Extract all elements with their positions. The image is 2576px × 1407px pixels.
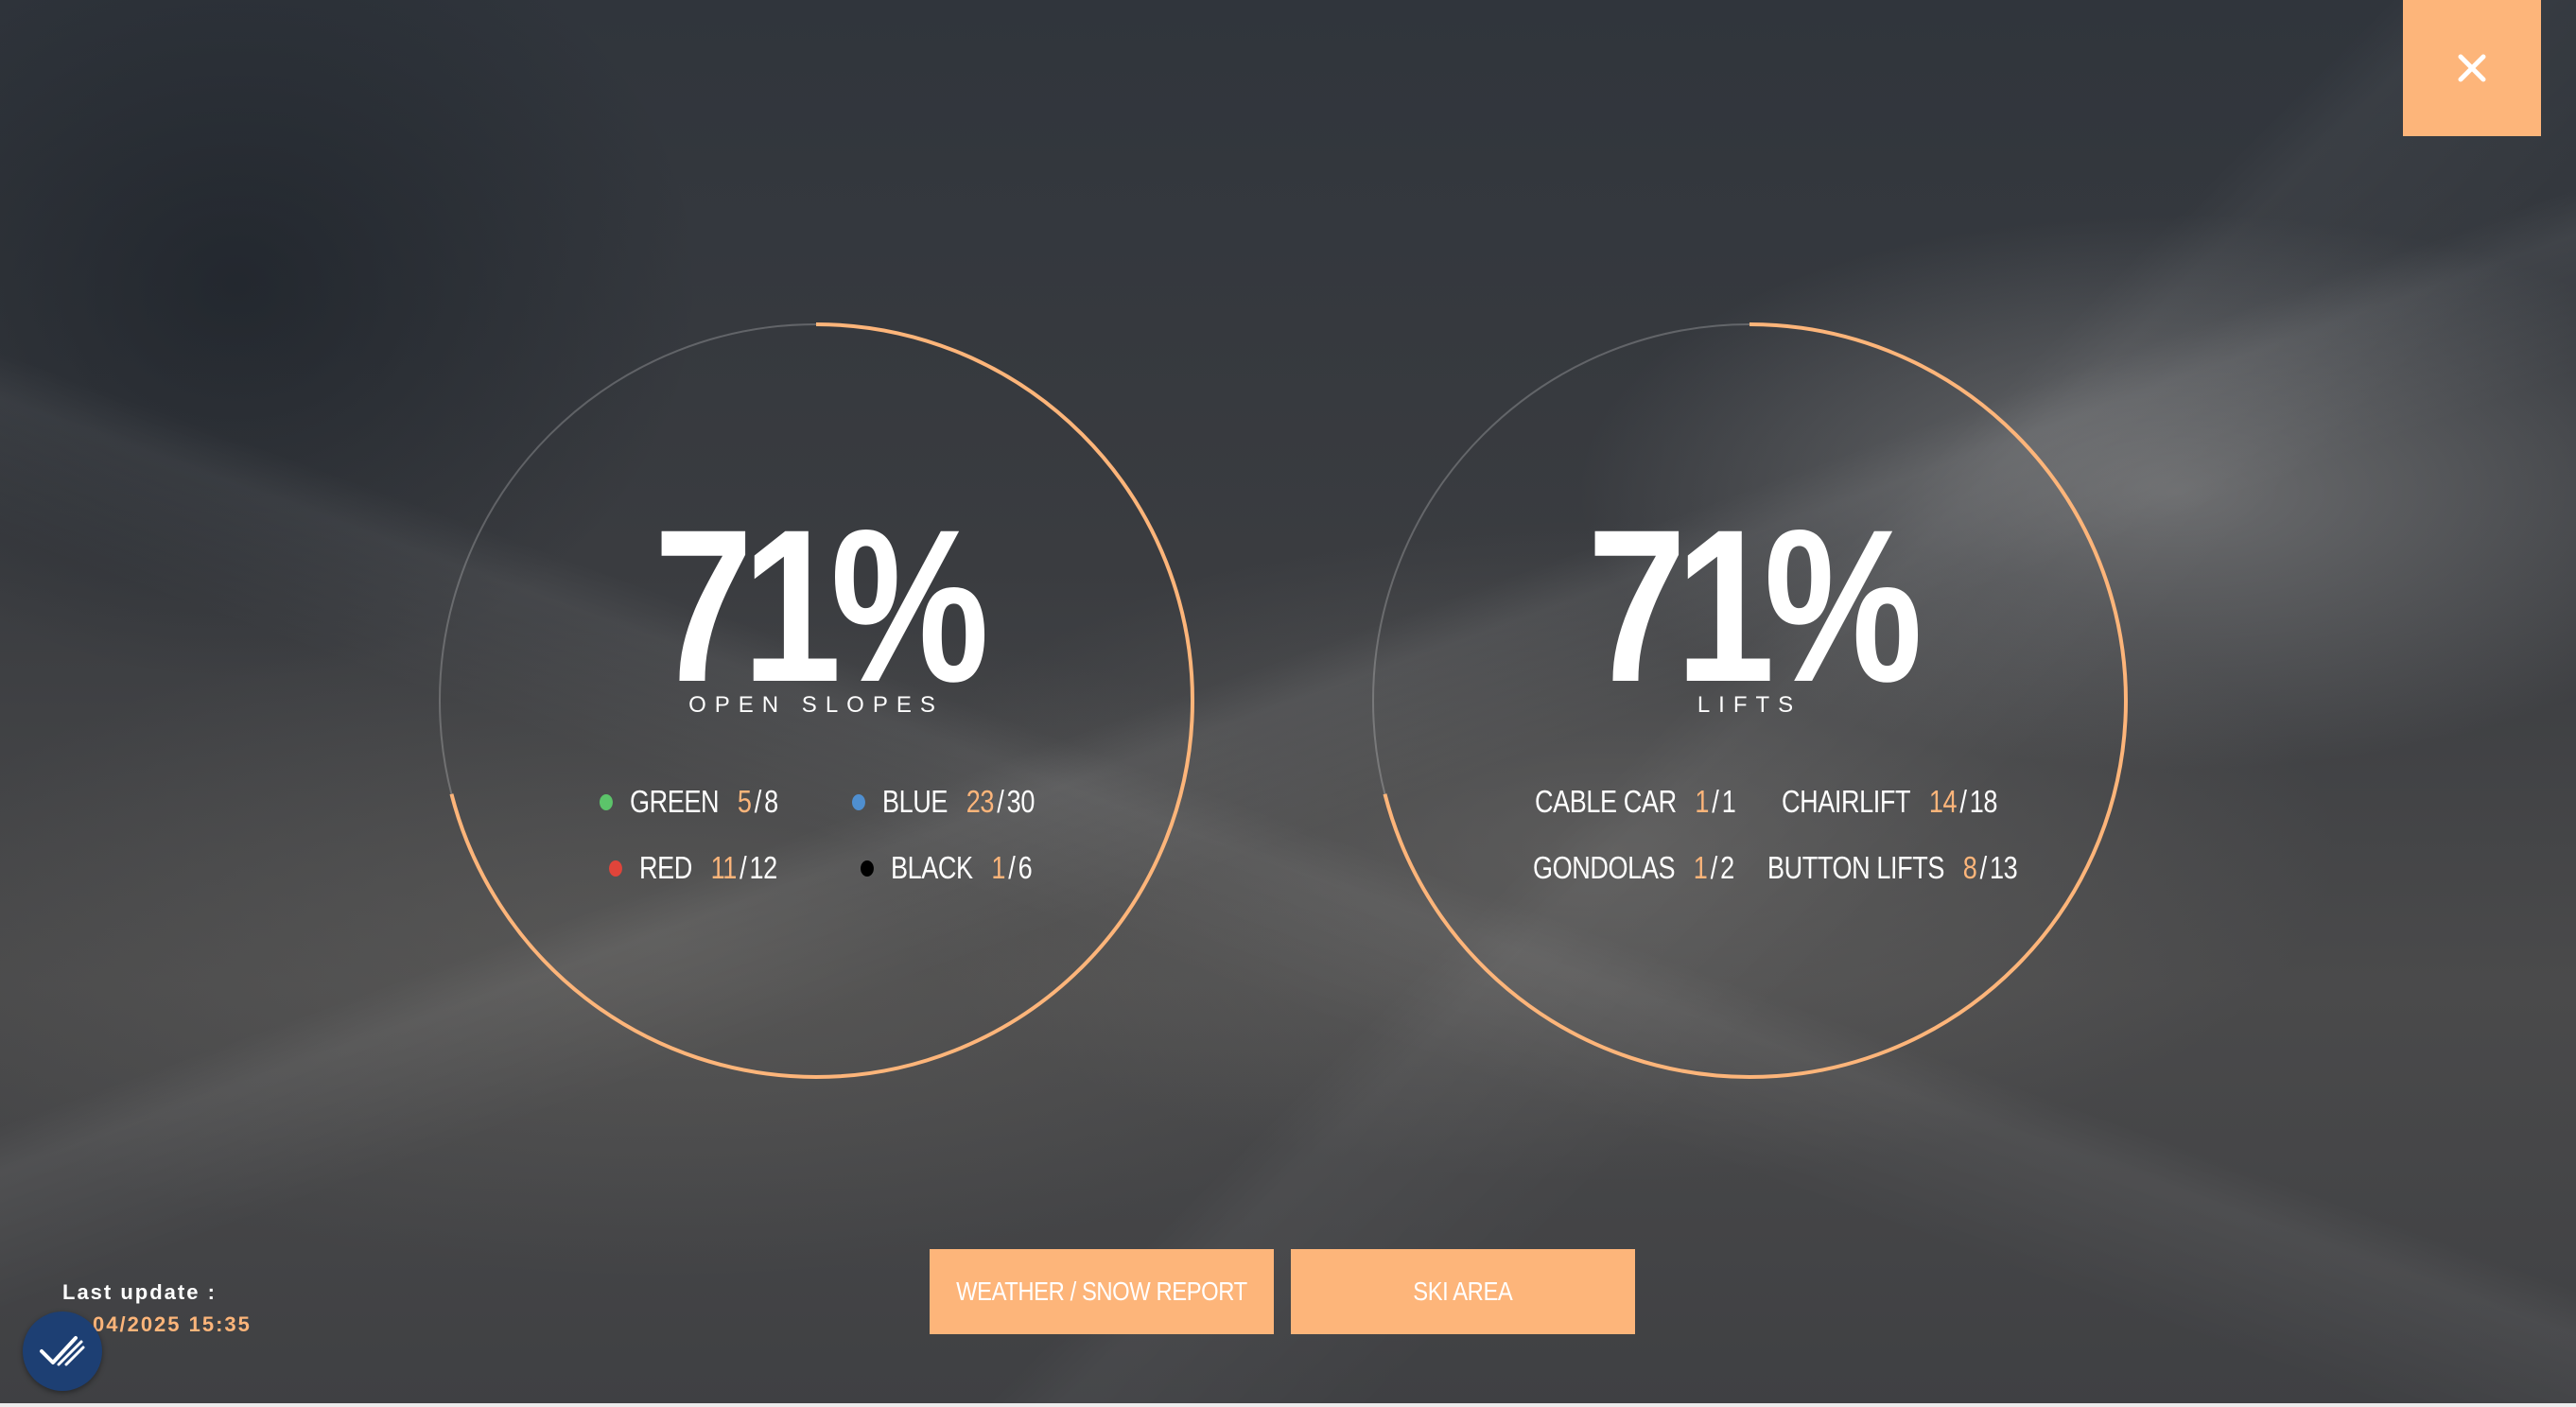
lifts-panel: 71% LIFTS CABLE CAR 1/1 CHAIRLIFT 14/18 … [1366, 318, 2132, 1084]
black-dot [861, 860, 874, 877]
lifts-caption: LIFTS [1697, 692, 1802, 718]
slope-blue: BLUE 23/30 [852, 779, 1035, 825]
green-dot [600, 793, 613, 810]
red-dot [609, 860, 622, 877]
close-button[interactable] [2403, 0, 2541, 136]
verified-badge[interactable] [23, 1311, 102, 1391]
slopes-percentage: 71% [653, 484, 989, 727]
slope-open: 1 [991, 850, 1005, 885]
slope-name: GREEN [629, 784, 720, 819]
slope-black: BLACK 1/6 [861, 845, 1033, 891]
close-icon [2458, 54, 2486, 82]
slope-green: GREEN 5/8 [600, 779, 778, 825]
slope-name: BLUE [881, 784, 949, 819]
blue-dot [852, 793, 865, 810]
slope-open: 5 [737, 784, 752, 819]
lifts-percentage: 71% [1587, 484, 1923, 727]
slope-name: RED [638, 850, 692, 885]
lift-open: 14 [1928, 784, 1958, 819]
last-update-label: Last update : [62, 1280, 217, 1304]
lift-name: BUTTON LIFTS [1767, 850, 1945, 885]
checkmark-icon [40, 1336, 85, 1366]
ski-area-button[interactable]: SKI AREA [1291, 1249, 1635, 1334]
weather-snow-report-button[interactable]: WEATHER / SNOW REPORT [930, 1249, 1274, 1334]
lift-chairlift: CHAIRLIFT 14/18 [1782, 784, 1998, 819]
lift-total: 2 [1720, 850, 1734, 885]
weather-button-label: WEATHER / SNOW REPORT [956, 1277, 1247, 1306]
slope-total: 6 [1018, 850, 1033, 885]
lift-open: 8 [1962, 850, 1977, 885]
slope-open: 23 [966, 784, 995, 819]
lift-name: GONDOLAS [1533, 850, 1676, 885]
background-ridges [0, 0, 2576, 1407]
slope-total: 30 [1006, 784, 1036, 819]
slopes-panel: 71% OPEN SLOPES GREEN 5/8 BLUE 23/30 RED… [433, 318, 1199, 1084]
lift-gondolas: GONDOLAS 1/2 [1533, 850, 1734, 885]
lift-button-lifts: BUTTON LIFTS 8/13 [1767, 850, 2018, 885]
lift-total: 1 [1721, 784, 1736, 819]
bottom-edge [0, 1403, 2576, 1407]
lift-open: 1 [1693, 850, 1708, 885]
lift-open: 1 [1695, 784, 1710, 819]
slopes-caption: OPEN SLOPES [688, 692, 944, 718]
slope-total: 12 [749, 850, 778, 885]
ski-area-button-label: SKI AREA [1413, 1277, 1513, 1306]
slope-red: RED 11/12 [609, 845, 777, 891]
lift-total: 18 [1969, 784, 1998, 819]
slope-name: BLACK [890, 850, 973, 885]
last-update-value: 04/2025 15:35 [93, 1312, 252, 1336]
lift-total: 13 [1990, 850, 2018, 885]
slope-open: 11 [710, 850, 738, 885]
lift-cable-car: CABLE CAR 1/1 [1535, 784, 1736, 819]
lift-name: CHAIRLIFT [1782, 784, 1911, 819]
slope-total: 8 [764, 784, 778, 819]
lift-name: CABLE CAR [1535, 784, 1677, 819]
